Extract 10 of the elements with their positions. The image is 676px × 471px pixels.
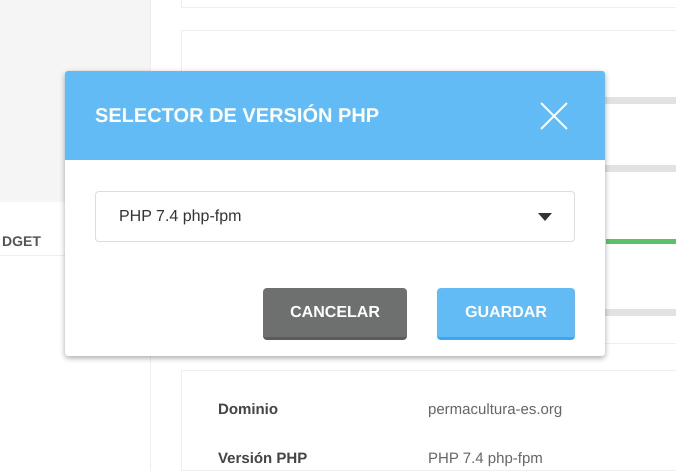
cancel-button[interactable]: CANCELAR <box>263 288 407 340</box>
sidebar-tab[interactable]: DGET <box>2 231 41 252</box>
close-icon[interactable] <box>539 100 569 130</box>
caret-icon <box>538 212 552 220</box>
modal-title: SELECTOR DE VERSIÓN PHP <box>95 103 380 128</box>
version-select[interactable]: PHP 7.4 php-fpm <box>95 191 575 242</box>
detail-label: Versión PHP <box>218 448 308 468</box>
detail-value: permacultura-es.org <box>428 400 562 420</box>
detail-label: Dominio <box>218 400 279 420</box>
detail-value: PHP 7.4 php-fpm <box>428 448 543 468</box>
